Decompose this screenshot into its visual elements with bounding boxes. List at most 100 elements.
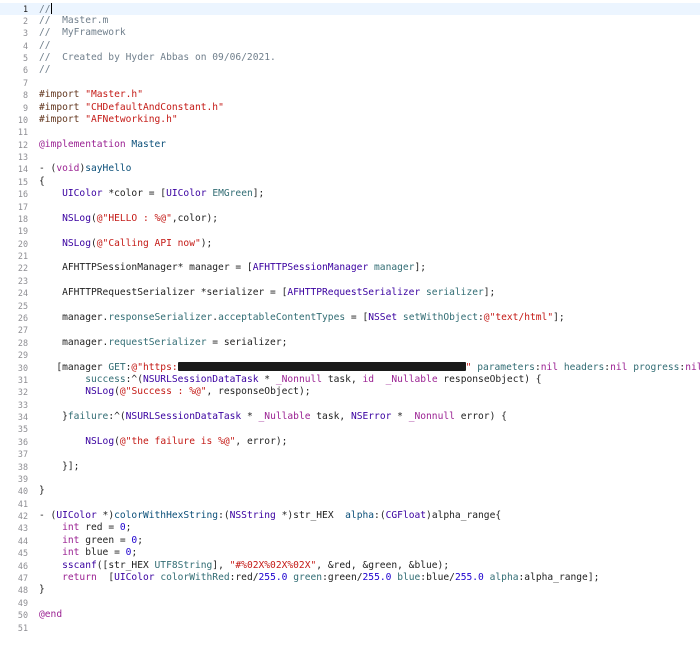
code-text[interactable]: NSLog(@"Calling API now"); <box>39 238 212 250</box>
code-line[interactable]: 19 <box>0 225 700 237</box>
code-token-class: NSURLSessionDataTask <box>142 373 259 385</box>
code-text[interactable]: AFHTTPSessionManager* manager = [AFHTTPS… <box>39 262 426 274</box>
code-line[interactable]: 29 <box>0 349 700 361</box>
code-line[interactable]: 11 <box>0 126 700 138</box>
code-line[interactable]: 13 <box>0 151 700 163</box>
code-line[interactable]: 44 int green = 0; <box>0 535 700 547</box>
code-text[interactable]: NSLog(@"HELLO : %@",color); <box>39 213 218 225</box>
code-line[interactable]: 1 // <box>0 2 700 15</box>
code-line[interactable]: 22 AFHTTPSessionManager* manager = [AFHT… <box>0 262 700 274</box>
code-text[interactable]: UIColor *color = [UIColor EMGreen]; <box>39 188 264 200</box>
code-text[interactable]: int red = 0; <box>39 522 131 534</box>
code-text[interactable]: int blue = 0; <box>39 547 137 559</box>
code-line[interactable]: 50 @end <box>0 609 700 621</box>
code-line[interactable]: 46 sscanf([str_HEX UTF8String], "#%02X%0… <box>0 560 700 572</box>
code-line[interactable]: 33 <box>0 399 700 411</box>
code-text[interactable]: // Master.m <box>39 15 108 27</box>
code-line[interactable]: 23 <box>0 275 700 287</box>
code-text[interactable]: AFHTTPRequestSerializer *serializer = [A… <box>39 287 495 299</box>
code-line[interactable]: 43 int red = 0; <box>0 522 700 534</box>
code-text[interactable]: NSLog(@"Success : %@", responseObject); <box>39 386 310 398</box>
code-line[interactable]: 30 [manager GET:@"https: " parameters:nil… <box>0 361 700 374</box>
code-text[interactable]: success:^(NSURLSessionDataTask * _Nonnul… <box>39 373 541 386</box>
code-line[interactable]: 10 #import "AFNetworking.h" <box>0 114 700 126</box>
code-text[interactable]: // Created by Hyder Abbas on 09/06/2021. <box>39 52 276 64</box>
code-line[interactable]: 12 @implementation Master <box>0 139 700 151</box>
line-number: 50 <box>17 610 28 621</box>
code-line[interactable]: 36 NSLog(@"the failure is %@", error); <box>0 436 700 448</box>
code-text[interactable]: return [UIColor colorWithRed:red/255.0 g… <box>39 572 599 584</box>
code-text[interactable]: [manager GET:@"https: " parameters:nil he… <box>39 361 700 374</box>
line-number: 15 <box>17 176 28 187</box>
code-text[interactable]: } <box>39 485 45 497</box>
code-text[interactable]: manager.requestSerializer = serializer; <box>39 337 287 349</box>
code-text[interactable]: // MyFramework <box>39 27 126 39</box>
code-line[interactable]: 47 return [UIColor colorWithRed:red/255.… <box>0 572 700 584</box>
code-token-keyword: _Nonnull <box>275 373 323 385</box>
code-text[interactable]: sscanf([str_HEX UTF8String], "#%02X%02X%… <box>39 560 449 572</box>
code-text[interactable]: @implementation Master <box>39 139 166 151</box>
code-token-plain: ]; <box>553 312 565 323</box>
code-line[interactable]: 8 #import "Master.h" <box>0 89 700 101</box>
code-line[interactable]: 35 <box>0 423 700 435</box>
code-token-plain: *)str_HEX <box>275 510 346 522</box>
code-line[interactable]: 39 <box>0 473 700 485</box>
code-line[interactable]: 51 <box>0 622 700 634</box>
code-line[interactable]: 48} <box>0 584 700 596</box>
code-line[interactable]: 28 manager.requestSerializer = serialize… <box>0 337 700 349</box>
code-line[interactable]: 14 - (void)sayHello <box>0 163 700 175</box>
code-line[interactable]: 4 // <box>0 40 700 52</box>
code-line[interactable]: 5 // Created by Hyder Abbas on 09/06/2021… <box>0 52 700 64</box>
code-text[interactable]: }]; <box>39 461 79 473</box>
code-text[interactable]: - (UIColor *)colorWithHexString:(NSStrin… <box>39 510 501 522</box>
code-line[interactable]: 24 AFHTTPRequestSerializer *serializer =… <box>0 287 700 299</box>
code-line[interactable]: 3 // MyFramework <box>0 27 700 39</box>
code-text[interactable]: int green = 0; <box>39 535 143 547</box>
code-text[interactable]: - (void)sayHello <box>39 163 131 175</box>
code-text[interactable]: #import "CHDefaultAndConstant.h" <box>39 102 224 114</box>
code-line[interactable]: 15 { <box>0 176 700 188</box>
code-text[interactable]: // <box>39 64 51 76</box>
code-text[interactable]: @end <box>39 609 62 621</box>
code-line[interactable]: 32 NSLog(@"Success : %@", responseObject… <box>0 386 700 398</box>
code-token-plain: } <box>39 584 45 596</box>
code-line[interactable]: 37 <box>0 448 700 460</box>
code-line[interactable]: 41 <box>0 498 700 510</box>
code-line[interactable]: 31 success:^(NSURLSessionDataTask * _Non… <box>0 374 700 386</box>
code-line[interactable]: 34 }failure:^(NSURLSessionDataTask * _Nu… <box>0 411 700 423</box>
code-line[interactable]: 21 <box>0 250 700 262</box>
code-token-method: responseSerializer <box>108 312 213 323</box>
code-text[interactable]: { <box>39 176 45 188</box>
code-token-keyword: id <box>362 373 375 385</box>
code-line[interactable]: 16 UIColor *color = [UIColor EMGreen]; <box>0 188 700 200</box>
code-text[interactable]: #import "Master.h" <box>39 89 143 101</box>
code-line[interactable]: 2 // Master.m <box>0 15 700 27</box>
code-line[interactable]: 6 // <box>0 64 700 76</box>
code-line[interactable]: 45 int blue = 0; <box>0 547 700 559</box>
code-token-class: NSLog <box>62 237 91 249</box>
code-token-number: 255.0 <box>258 571 288 583</box>
code-token-type: Master <box>125 138 167 150</box>
code-text[interactable]: } <box>39 584 45 596</box>
code-text[interactable]: // <box>39 40 51 52</box>
code-line[interactable]: 20 NSLog(@"Calling API now"); <box>0 238 700 250</box>
code-line[interactable]: 17 <box>0 201 700 213</box>
code-line[interactable]: 49 <box>0 597 700 609</box>
code-line[interactable]: 38 }]; <box>0 461 700 473</box>
code-line[interactable]: 27 <box>0 324 700 336</box>
code-line[interactable]: 9 #import "CHDefaultAndConstant.h" <box>0 102 700 114</box>
code-editor[interactable]: 1 // 2 // Master.m 3 // MyFramework 4 // 5 // Cre… <box>0 0 700 652</box>
code-line[interactable]: 26 manager.responseSerializer.acceptable… <box>0 312 700 324</box>
code-text[interactable]: #import "AFNetworking.h" <box>39 114 178 126</box>
code-text[interactable]: NSLog(@"the failure is %@", error); <box>39 436 287 448</box>
code-text[interactable]: }failure:^(NSURLSessionDataTask * _Nulla… <box>39 411 507 423</box>
code-line[interactable]: 42- (UIColor *)colorWithHexString:(NSStr… <box>0 510 700 522</box>
code-token-class: AFHTTPSessionManager <box>252 262 369 274</box>
code-line[interactable]: 18 NSLog(@"HELLO : %@",color); <box>0 213 700 225</box>
code-line[interactable]: 7 <box>0 77 700 89</box>
code-text[interactable]: manager.responseSerializer.acceptableCon… <box>39 312 565 324</box>
code-line[interactable]: 25 <box>0 300 700 312</box>
code-line[interactable]: 40} <box>0 485 700 497</box>
